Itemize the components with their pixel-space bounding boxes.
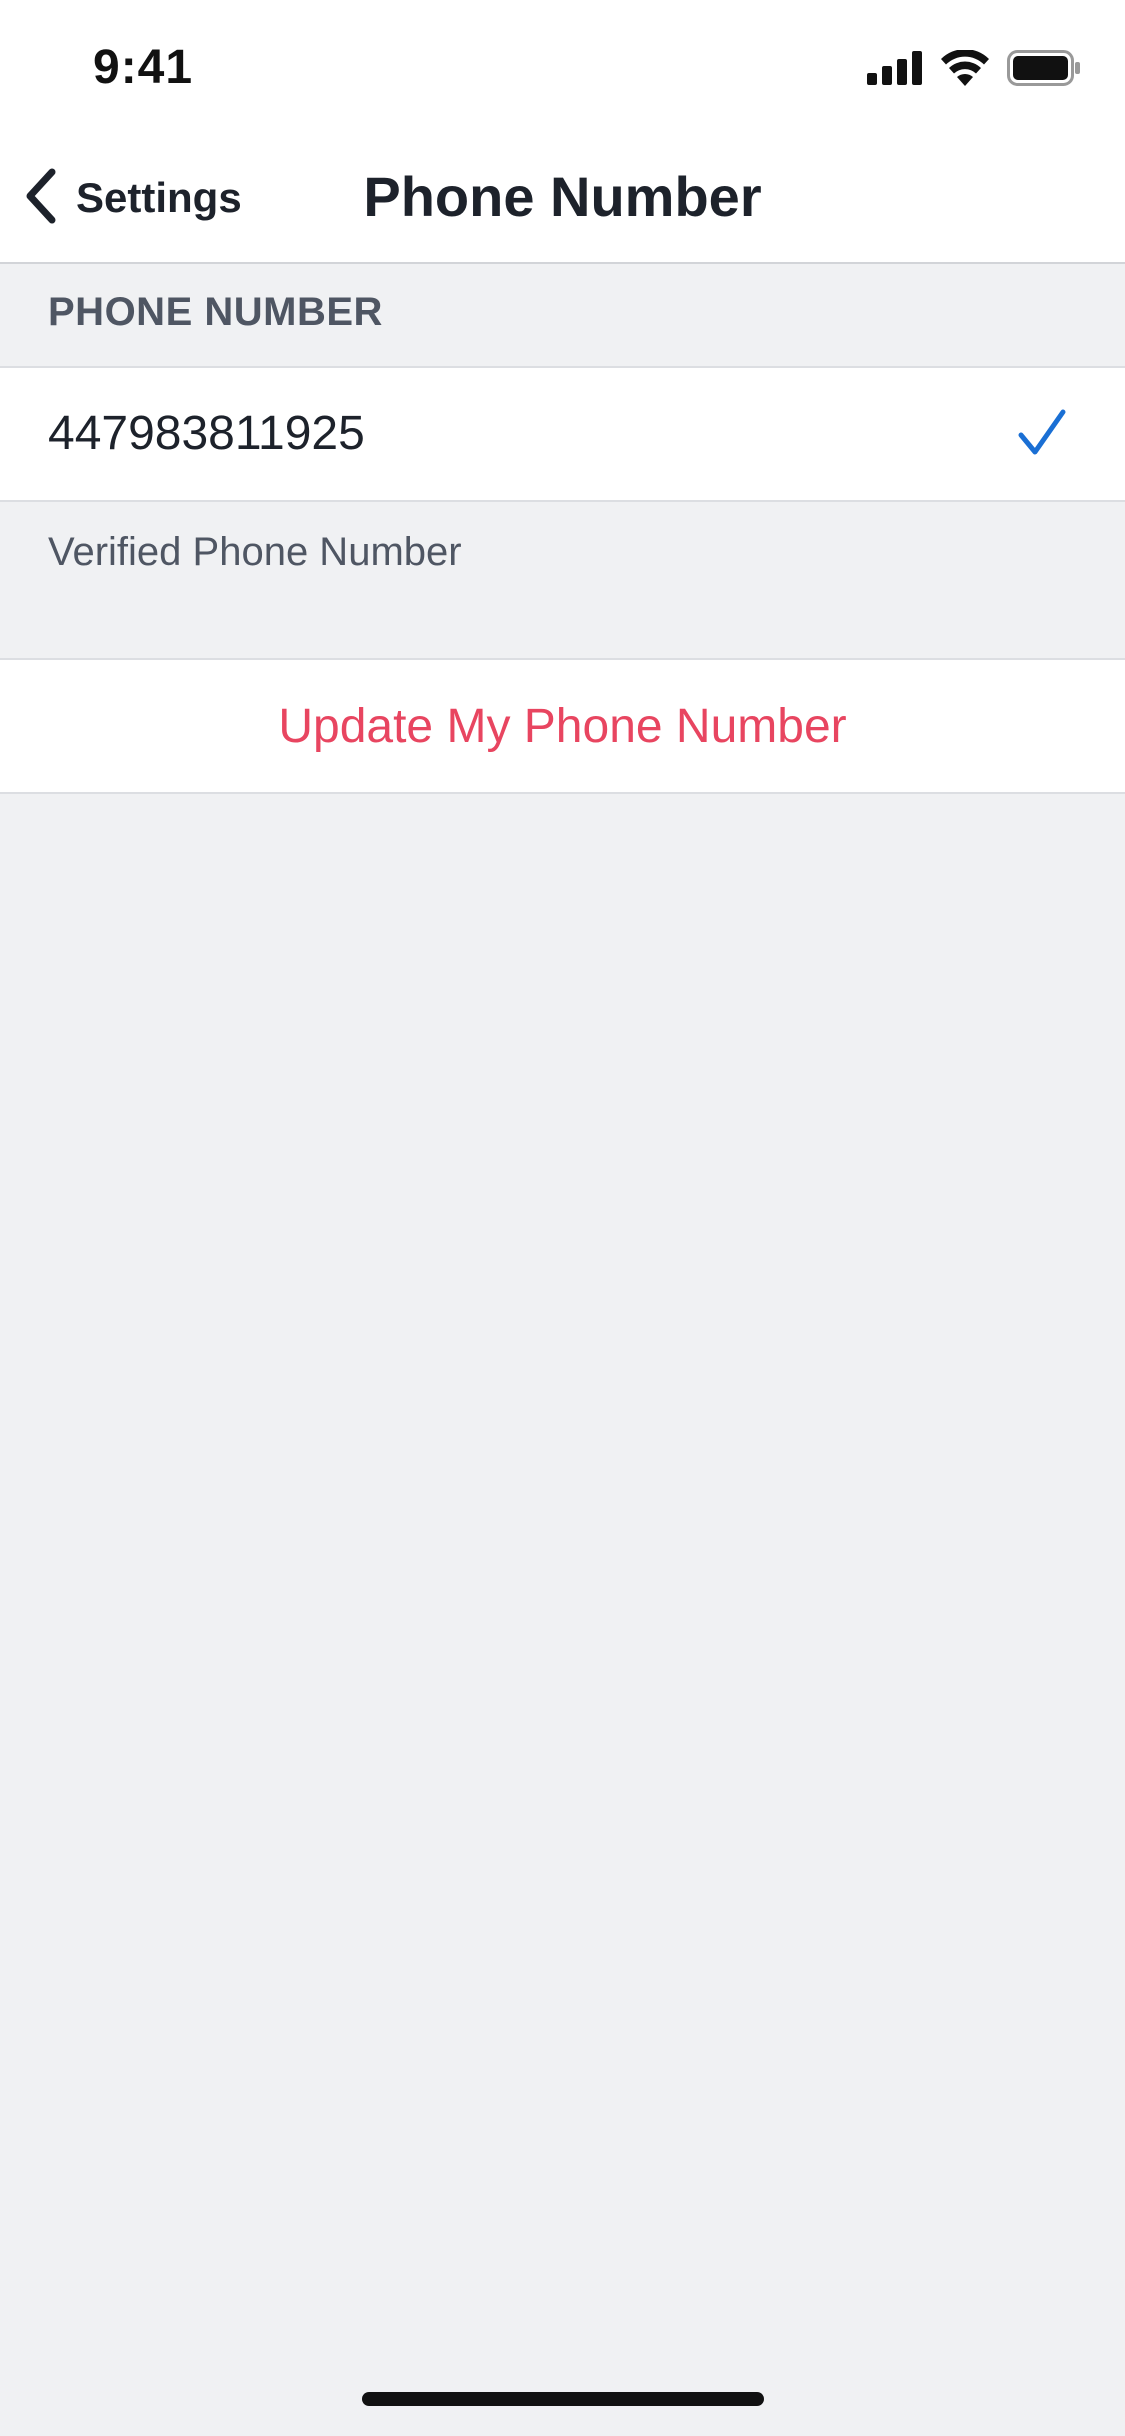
- page-title: Phone Number: [363, 165, 762, 228]
- wifi-icon: [941, 49, 989, 91]
- phone-number-row: 447983811925: [0, 368, 1125, 502]
- section-header: PHONE NUMBER: [0, 264, 1125, 368]
- status-icons: [867, 49, 1081, 91]
- update-phone-number-button[interactable]: Update My Phone Number: [0, 658, 1125, 794]
- cellular-signal-icon: [867, 51, 923, 90]
- status-bar: 9:41: [0, 0, 1125, 132]
- battery-icon: [1007, 50, 1081, 91]
- navigation-bar: Settings Phone Number: [0, 132, 1125, 264]
- home-indicator: [362, 2392, 764, 2406]
- phone-number-value: 447983811925: [48, 407, 365, 460]
- section-footer-note: Verified Phone Number: [48, 530, 462, 574]
- checkmark-icon: [1017, 408, 1067, 458]
- update-phone-number-label: Update My Phone Number: [278, 699, 847, 753]
- status-time: 9:41: [93, 41, 194, 94]
- section-header-label: PHONE NUMBER: [48, 290, 383, 334]
